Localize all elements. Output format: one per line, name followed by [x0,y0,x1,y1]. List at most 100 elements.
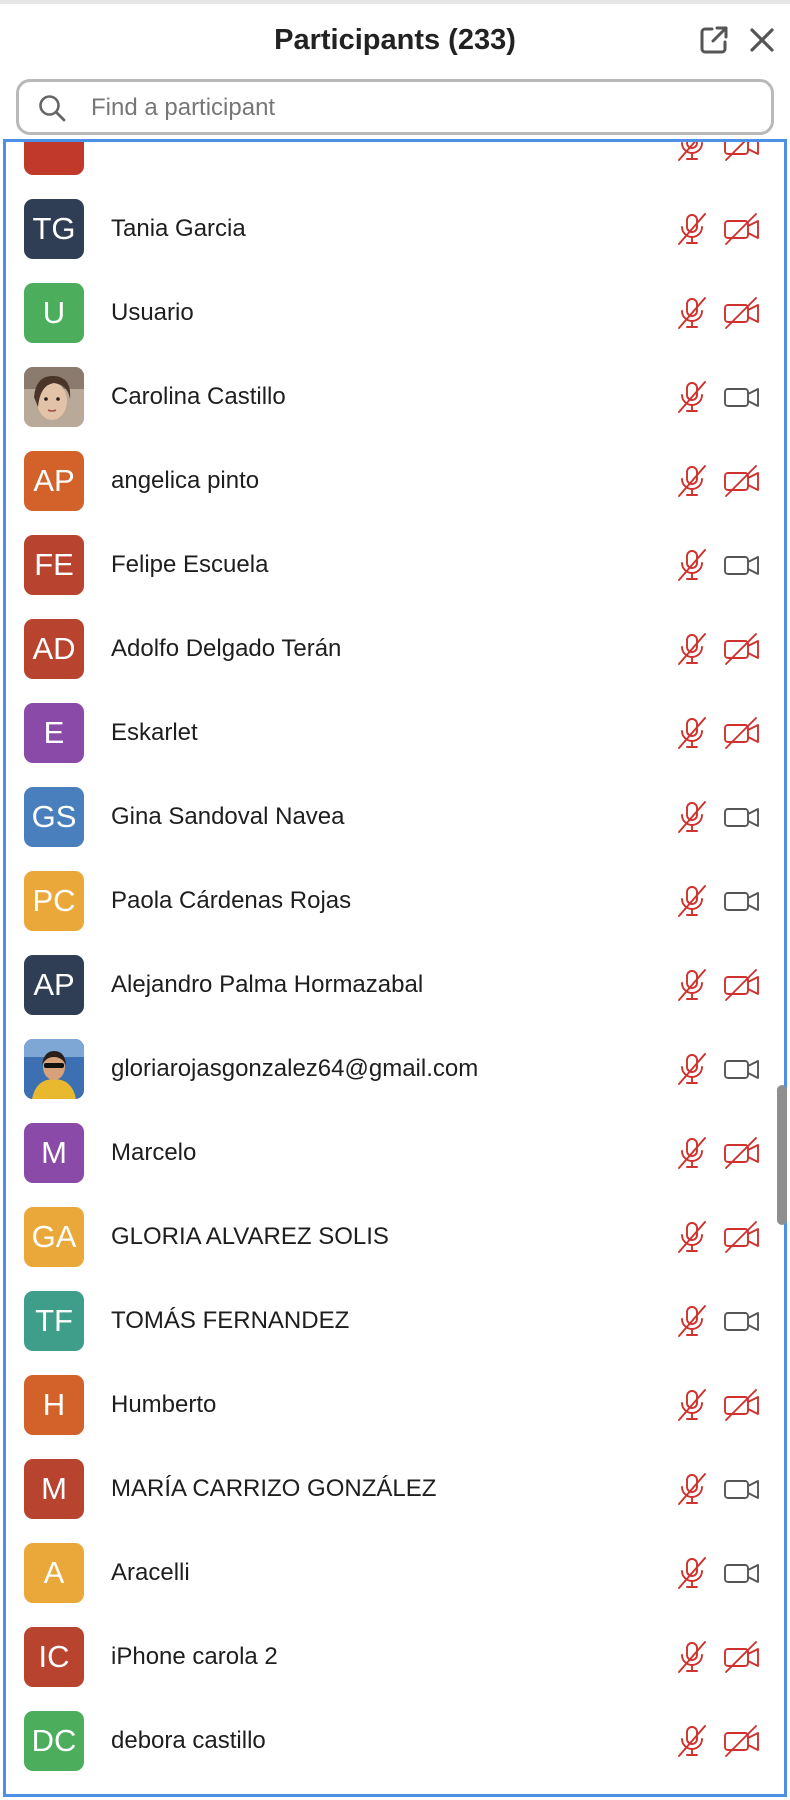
participant-name: Gina Sandoval Navea [111,803,345,830]
participant-row[interactable]: AP angelica pinto [6,439,784,523]
participant-name: Aracelli [111,1559,190,1586]
participant-row[interactable]: TG Tania Garcia [6,187,784,271]
participant-name: TOMÁS FERNANDEZ [111,1307,350,1334]
scrollbar-thumb[interactable] [777,1085,787,1225]
mic-muted-icon[interactable] [674,1555,710,1591]
mic-muted-icon[interactable] [674,547,710,583]
participant-row[interactable]: M MARÍA CARRIZO GONZÁLEZ [6,1447,784,1531]
search-box[interactable] [16,79,774,135]
video-on-icon[interactable] [722,885,762,917]
video-off-icon[interactable] [722,717,762,749]
avatar: AP [24,451,84,511]
participant-name: Marcelo [111,1139,197,1166]
participant-name: Carolina Castillo [111,383,286,410]
participant-row[interactable] [6,142,784,187]
participant-row[interactable]: TF TOMÁS FERNANDEZ [6,1279,784,1363]
participant-name: GLORIA ALVAREZ SOLIS [111,1223,389,1250]
avatar: GS [24,787,84,847]
video-on-icon[interactable] [722,1473,762,1505]
avatar: DC [24,1711,84,1771]
avatar: PC [24,871,84,931]
avatar: E [24,703,84,763]
participant-row[interactable]: E Eskarlet [6,691,784,775]
popout-icon[interactable] [696,22,732,58]
mic-muted-icon[interactable] [674,295,710,331]
participant-row[interactable]: PC Paola Cárdenas Rojas [6,859,784,943]
mic-muted-icon[interactable] [674,1639,710,1675]
mic-muted-icon[interactable] [674,463,710,499]
video-off-icon[interactable] [722,1137,762,1169]
participant-row[interactable]: FE Felipe Escuela [6,523,784,607]
close-icon[interactable] [744,22,780,58]
video-on-icon[interactable] [722,381,762,413]
mic-muted-icon[interactable] [674,1303,710,1339]
participant-name: MARÍA CARRIZO GONZÁLEZ [111,1475,437,1502]
participant-row[interactable]: RARosa Arévalo [6,1783,784,1797]
avatar-photo [24,1039,84,1099]
avatar: AD [24,619,84,679]
participant-row[interactable]: H Humberto [6,1363,784,1447]
mic-muted-icon[interactable] [674,715,710,751]
video-on-icon[interactable] [722,801,762,833]
mic-muted-icon[interactable] [674,379,710,415]
video-on-icon[interactable] [722,1305,762,1337]
participant-name: angelica pinto [111,467,260,494]
search-input[interactable] [89,88,753,128]
participant-row[interactable]: Carolina Castillo [6,355,784,439]
video-off-icon[interactable] [722,1389,762,1421]
avatar: M [24,1459,84,1519]
mic-muted-icon[interactable] [674,967,710,1003]
avatar: GA [24,1207,84,1267]
video-off-icon[interactable] [722,969,762,1001]
participant-row[interactable]: GS Gina Sandoval Navea [6,775,784,859]
mic-muted-icon[interactable] [674,1471,710,1507]
participant-name: Tania Garcia [111,215,246,242]
participant-row[interactable]: gloriarojasgonzalez64@gmail.com [6,1027,784,1111]
video-on-icon[interactable] [722,549,762,581]
participant-row[interactable]: AP Alejandro Palma Hormazabal [6,943,784,1027]
avatar: TF [24,1291,84,1351]
mic-muted-icon[interactable] [674,1135,710,1171]
video-on-icon[interactable] [722,1557,762,1589]
participant-list: TG Tania Garcia U Usuario Carolina Castillo A… [6,142,784,1797]
participant-row[interactable]: GA GLORIA ALVAREZ SOLIS [6,1195,784,1279]
avatar: H [24,1375,84,1435]
mic-muted-icon[interactable] [674,799,710,835]
mic-muted-icon[interactable] [674,142,710,163]
avatar: TG [24,199,84,259]
mic-muted-icon[interactable] [674,1723,710,1759]
participant-name: Usuario [111,299,194,326]
mic-muted-icon[interactable] [674,211,710,247]
participant-row[interactable]: A Aracelli [6,1531,784,1615]
avatar-photo [24,367,84,427]
participant-row[interactable]: U Usuario [6,271,784,355]
participant-row[interactable]: IC iPhone carola 2 [6,1615,784,1699]
mic-muted-icon[interactable] [674,1387,710,1423]
mic-muted-icon[interactable] [674,1219,710,1255]
participant-row[interactable]: DC debora castillo [6,1699,784,1783]
panel-header: Participants (233) [0,4,790,76]
video-off-icon[interactable] [722,465,762,497]
video-off-icon[interactable] [722,1221,762,1253]
video-off-icon[interactable] [722,297,762,329]
video-on-icon[interactable] [722,1053,762,1085]
video-off-icon[interactable] [722,1725,762,1757]
participant-name: iPhone carola 2 [111,1643,278,1670]
avatar: M [24,1123,84,1183]
participant-name: Eskarlet [111,719,198,746]
mic-muted-icon[interactable] [674,631,710,667]
participant-list-frame[interactable]: TG Tania Garcia U Usuario Carolina Castillo A… [3,139,787,1797]
avatar: IC [24,1627,84,1687]
video-off-icon[interactable] [722,1641,762,1673]
mic-muted-icon[interactable] [674,1051,710,1087]
participant-row[interactable]: AD Adolfo Delgado Terán [6,607,784,691]
video-off-icon[interactable] [722,142,762,161]
video-off-icon[interactable] [722,213,762,245]
avatar: FE [24,535,84,595]
avatar: RA [24,1795,84,1797]
participant-name: debora castillo [111,1727,266,1754]
mic-muted-icon[interactable] [674,883,710,919]
participant-row[interactable]: M Marcelo [6,1111,784,1195]
video-off-icon[interactable] [722,633,762,665]
participants-panel: Participants (233) TG Tania Garcia U Usuari… [0,0,790,1800]
